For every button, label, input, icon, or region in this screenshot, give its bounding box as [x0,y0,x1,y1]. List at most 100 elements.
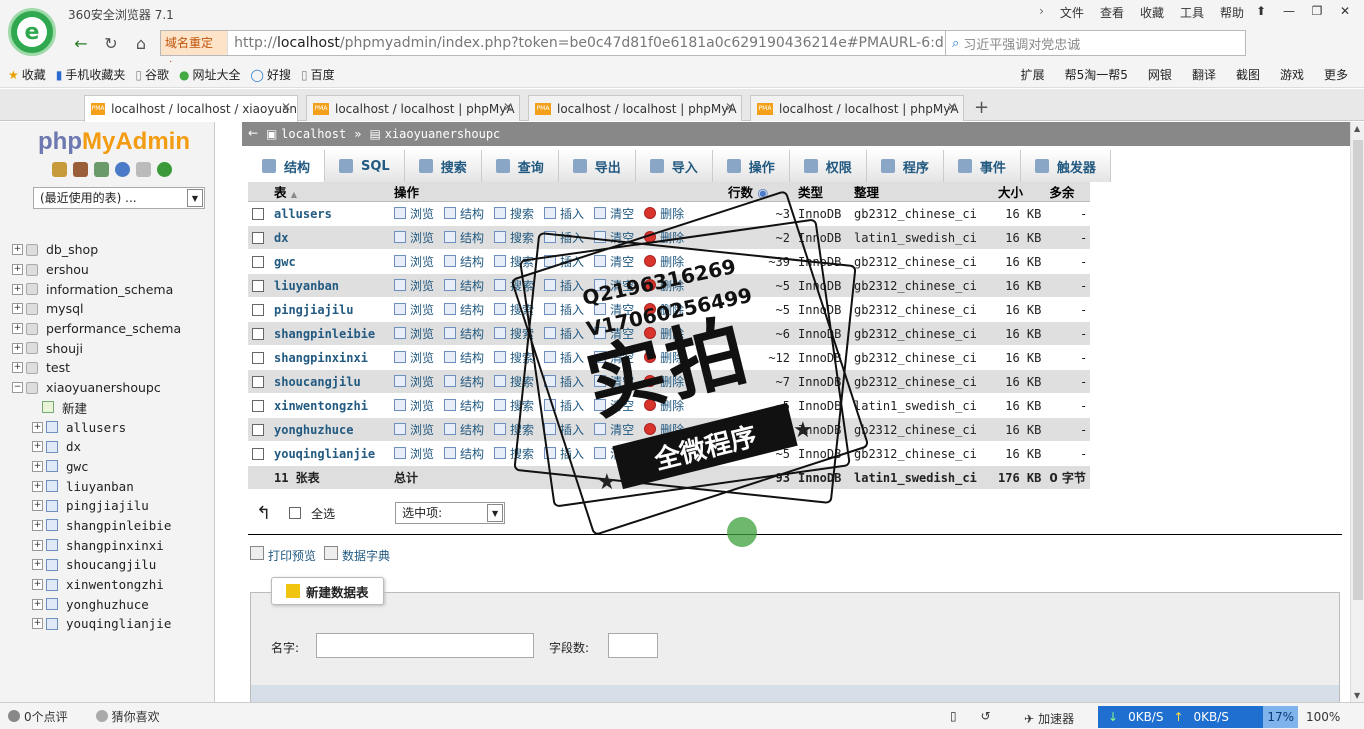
expand-icon[interactable]: + [32,421,43,433]
search-action[interactable]: 搜索 [494,301,534,318]
tab-events[interactable]: 事件 [943,150,1021,182]
expand-icon[interactable]: + [32,460,43,472]
structure-action[interactable]: 结构 [444,301,484,318]
row-checkbox[interactable] [252,424,264,436]
drop-action[interactable]: 删除 [644,277,684,294]
data-dictionary-link[interactable]: 数据字典 [324,546,390,564]
table-name-link[interactable]: youqinglianjie [274,447,375,461]
translate-button[interactable]: 翻译 [1192,66,1216,83]
tab-4[interactable]: PMA localhost / localhost | phpMyA ✕ [750,95,964,121]
search-action[interactable]: 搜索 [494,421,534,438]
empty-action[interactable]: 清空 [594,253,634,270]
drop-action[interactable]: 删除 [644,445,684,462]
menu-file[interactable]: 文件 [1060,4,1084,21]
expand-icon[interactable]: + [32,500,43,512]
structure-action[interactable]: 结构 [444,277,484,294]
insert-action[interactable]: 插入 [544,325,584,342]
empty-action[interactable]: 清空 [594,229,634,246]
reload-icon[interactable] [157,162,172,177]
restore-button[interactable]: ❐ [1304,2,1330,20]
tree-db-shouji[interactable]: + shouji [12,338,181,358]
insert-action[interactable]: 插入 [544,301,584,318]
search-action[interactable]: 搜索 [494,229,534,246]
browse-action[interactable]: 浏览 [394,397,434,414]
header-type[interactable]: 类型 [794,182,850,202]
tree-table-gwc[interactable]: + gwc [12,457,181,477]
home-icon[interactable] [52,162,67,177]
expand-icon[interactable]: + [32,579,43,591]
reviews-item[interactable]: 0个点评 [8,708,68,725]
drop-action[interactable]: 删除 [644,229,684,246]
browse-action[interactable]: 浏览 [394,349,434,366]
insert-action[interactable]: 插入 [544,229,584,246]
insert-action[interactable]: 插入 [544,445,584,462]
bank-button[interactable]: 网银 [1148,66,1172,83]
tree-table-pingjiajilu[interactable]: + pingjiajilu [12,496,181,516]
drop-action[interactable]: 删除 [644,205,684,222]
insert-action[interactable]: 插入 [544,373,584,390]
extensions-button[interactable]: 扩展 [1021,66,1045,83]
breadcrumb-database[interactable]: ▤ xiaoyuanershoupc [370,127,501,141]
accelerator-item[interactable]: ✈ 加速器 [1024,710,1074,727]
main-scrollbar[interactable]: ▲ ▼ [1350,122,1364,702]
search-action[interactable]: 搜索 [494,397,534,414]
table-name-link[interactable]: gwc [274,255,296,269]
refresh-icon[interactable]: ↺ [981,709,991,723]
row-checkbox[interactable] [252,328,264,340]
tab-triggers[interactable]: 触发器 [1020,150,1111,182]
tab-search[interactable]: 搜索 [404,150,482,182]
table-name-link[interactable]: liuyanban [274,279,339,293]
row-checkbox[interactable] [252,280,264,292]
search-action[interactable]: 搜索 [494,373,534,390]
structure-action[interactable]: 结构 [444,373,484,390]
recent-tables-select[interactable]: (最近使用的表) ... ▼ [33,187,205,209]
minimize-button[interactable]: — [1276,2,1302,20]
tree-table-liuyanban[interactable]: + liuyanban [12,476,181,496]
row-checkbox[interactable] [252,304,264,316]
table-name-input[interactable] [316,633,534,658]
empty-action[interactable]: 清空 [594,373,634,390]
expand-icon[interactable]: + [12,362,23,374]
table-name-link[interactable]: xinwentongzhi [274,399,368,413]
header-size[interactable]: 大小 [994,182,1046,202]
tab-export[interactable]: 导出 [558,150,636,182]
insert-action[interactable]: 插入 [544,277,584,294]
exit-icon[interactable] [73,162,88,177]
tree-table-shangpinleibie[interactable]: + shangpinleibie [12,516,181,536]
browse-action[interactable]: 浏览 [394,421,434,438]
insert-action[interactable]: 插入 [544,349,584,366]
drop-action[interactable]: 删除 [644,253,684,270]
close-icon[interactable]: ✕ [503,100,513,114]
browse-action[interactable]: 浏览 [394,253,434,270]
row-checkbox[interactable] [252,376,264,388]
guess-item[interactable]: 猜你喜欢 [95,708,160,725]
empty-action[interactable]: 清空 [594,349,634,366]
close-icon[interactable]: ✕ [281,100,291,114]
table-name-link[interactable]: shoucangjilu [274,375,361,389]
browse-action[interactable]: 浏览 [394,277,434,294]
header-collation[interactable]: 整理 [850,182,994,202]
tab-2[interactable]: PMA localhost / localhost | phpMyA ✕ [306,95,520,121]
games-button[interactable]: 游戏 [1280,66,1304,83]
reload-button[interactable]: ↻ [96,31,126,55]
bookmark-google[interactable]: ▯ 谷歌 [135,66,169,83]
tree-db-db_shop[interactable]: + db_shop [12,240,181,260]
menu-help[interactable]: 帮助 [1220,4,1244,21]
drop-action[interactable]: 删除 [644,301,684,318]
drop-action[interactable]: 删除 [644,373,684,390]
expand-icon[interactable]: + [32,441,43,453]
empty-action[interactable]: 清空 [594,445,634,462]
phpmyadmin-logo[interactable]: phpMyAdmin [38,128,190,156]
tree-db-information_schema[interactable]: + information_schema [12,279,181,299]
empty-action[interactable]: 清空 [594,397,634,414]
tab-structure[interactable]: 结构 [248,150,326,182]
header-table[interactable]: 表 ▲ [270,182,390,202]
expand-icon[interactable]: + [32,539,43,551]
browse-action[interactable]: 浏览 [394,373,434,390]
bookmark-baidu[interactable]: ▯ 百度 [301,66,335,83]
close-button[interactable]: ✕ [1332,2,1358,20]
expand-icon[interactable]: + [32,598,43,610]
print-preview-link[interactable]: 打印预览 [250,546,316,564]
empty-action[interactable]: 清空 [594,421,634,438]
tab-privileges[interactable]: 权限 [789,150,867,182]
